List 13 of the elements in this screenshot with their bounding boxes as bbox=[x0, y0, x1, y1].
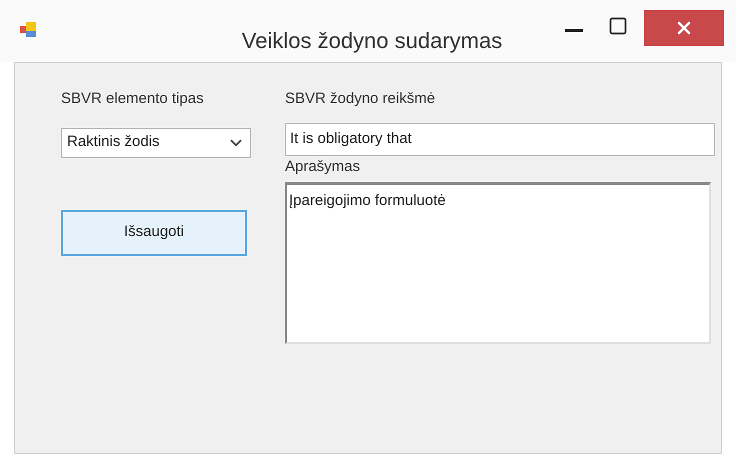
close-button[interactable] bbox=[644, 10, 724, 46]
window-title: Veiklos žodyno sudarymas bbox=[242, 27, 502, 55]
field-label: SBVR žodyno reikšmė bbox=[285, 89, 436, 109]
save-button[interactable]: Išsaugoti bbox=[61, 210, 247, 256]
maximize-icon bbox=[608, 16, 628, 36]
app-icon bbox=[20, 22, 38, 38]
type-dropdown[interactable]: Raktinis žodis bbox=[61, 128, 251, 158]
value-field[interactable]: It is obligatory that bbox=[285, 122, 715, 156]
field-label: SBVR elemento tipas bbox=[61, 89, 204, 109]
dropdown-value: Raktinis žodis bbox=[67, 132, 160, 152]
field-label: Aprašymas bbox=[285, 156, 360, 176]
minimize-icon bbox=[565, 28, 583, 32]
description-field[interactable]: Įpareigojimo formuluotė bbox=[285, 182, 711, 344]
